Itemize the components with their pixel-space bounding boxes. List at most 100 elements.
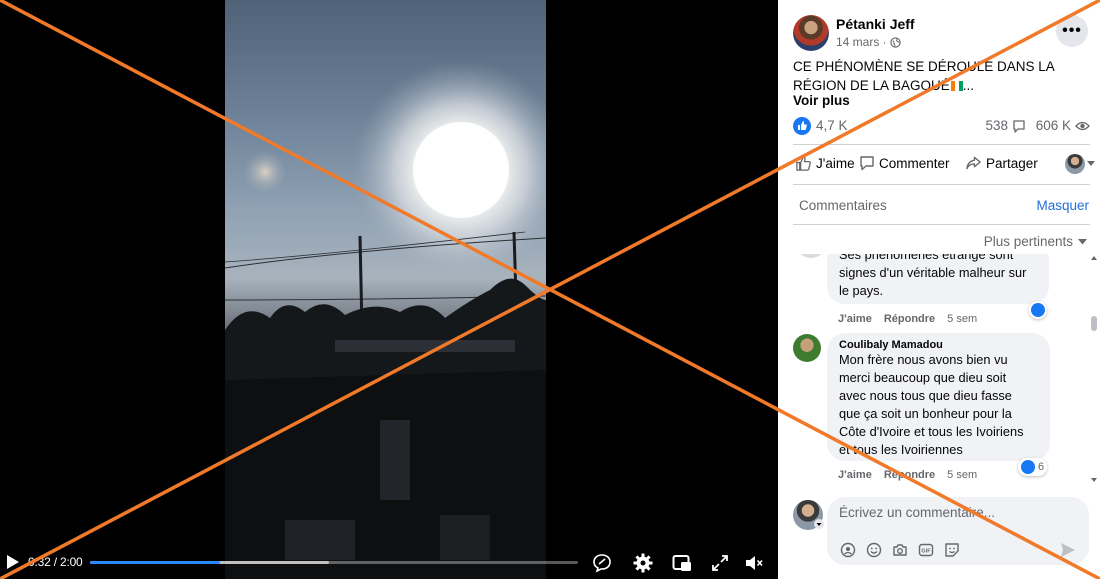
comment-count[interactable]: 538: [985, 118, 1026, 133]
reactions-summary: 4,7 K 538 606 K: [793, 116, 1090, 136]
share-icon: [966, 156, 981, 170]
composer-tools: GIF: [839, 541, 961, 559]
video-scene: [225, 60, 546, 579]
comment-reactions[interactable]: 6: [1018, 458, 1048, 476]
gif-icon[interactable]: GIF: [917, 541, 935, 559]
hide-comments-link[interactable]: Masquer: [1036, 198, 1089, 213]
emoji-icon[interactable]: [865, 541, 883, 559]
divider: [793, 224, 1090, 225]
comment-count-value: 538: [985, 118, 1008, 133]
video-player[interactable]: 0:32 / 2:00: [0, 0, 778, 579]
post-text: CE PHÉNOMÈNE SE DÉROULE DANS LA RÉGION D…: [793, 57, 1093, 95]
scrollbar-thumb[interactable]: [1091, 316, 1097, 331]
see-more-link[interactable]: Voir plus: [793, 93, 850, 108]
globe-icon: [890, 36, 901, 48]
settings-gear-icon[interactable]: [633, 553, 653, 573]
like-button[interactable]: J'aime: [795, 155, 855, 172]
like-count[interactable]: 4,7 K: [816, 118, 848, 133]
avatar-dropdown-icon[interactable]: [814, 519, 824, 529]
post-date: 14 mars ·: [836, 35, 901, 49]
comments-list[interactable]: Ses phénomènes étrange sont signes d'un …: [778, 254, 1100, 484]
comments-title: Commentaires: [799, 198, 887, 213]
captions-icon[interactable]: [592, 553, 612, 573]
comment-bubble: Coulibaly Mamadou Mon frère nous avons b…: [827, 333, 1050, 461]
comment-reply-link[interactable]: Répondre: [884, 313, 935, 325]
ivory-coast-flag-icon: [950, 81, 963, 91]
comment-time[interactable]: 5 sem: [947, 469, 977, 481]
like-reaction-icon: [1021, 460, 1035, 474]
send-icon[interactable]: [1059, 541, 1077, 559]
comment-time[interactable]: 5 sem: [947, 313, 977, 325]
share-button-label: Partager: [986, 155, 1038, 171]
time-separator: /: [50, 555, 60, 569]
post-text-body: CE PHÉNOMÈNE SE DÉROULE DANS LA RÉGION D…: [793, 59, 1055, 93]
comment-actions: J'aime Répondre 5 sem: [838, 313, 977, 325]
audience-selector[interactable]: [1065, 154, 1095, 174]
comment-line: le pays.: [839, 283, 884, 298]
like-reaction-icon: [1031, 303, 1045, 317]
post-date-text[interactable]: 14 mars ·: [836, 35, 887, 49]
avatar-sticker-icon[interactable]: [839, 541, 857, 559]
comment-line: signes d'un véritable malheur sur: [839, 265, 1027, 280]
comment-input[interactable]: [839, 505, 1069, 520]
comment-reactions[interactable]: [1029, 301, 1047, 319]
video-controls: 0:32 / 2:00: [0, 545, 778, 579]
commenter-name[interactable]: Coulibaly Mamadou: [839, 339, 1038, 351]
like-reaction-icon[interactable]: [793, 117, 811, 135]
comment-composer: GIF: [778, 492, 1100, 579]
chevron-down-icon: [1087, 161, 1095, 166]
comment-sort-dropdown[interactable]: Plus pertinents: [984, 234, 1087, 249]
share-button[interactable]: Partager: [965, 155, 1038, 171]
play-icon[interactable]: [6, 554, 20, 570]
eye-icon: [1075, 121, 1090, 130]
comment-line: Mon frère nous avons bien vu: [839, 352, 1008, 367]
commenter-avatar[interactable]: [795, 254, 827, 258]
author-name[interactable]: Pétanki Jeff: [836, 16, 915, 32]
fullscreen-icon[interactable]: [710, 553, 730, 573]
camera-icon[interactable]: [891, 541, 909, 559]
progress-played: [90, 561, 221, 564]
comments-scrollbar[interactable]: [1090, 256, 1098, 482]
comment-line: Côte d'Ivoire et tous les Ivoiriens: [839, 424, 1024, 439]
sticker-icon[interactable]: [943, 541, 961, 559]
comment-reaction-count: 6: [1038, 461, 1045, 473]
comment-line: et tous les Ivoiriennes: [839, 442, 963, 457]
picture-in-picture-icon[interactable]: [672, 553, 692, 573]
post-text-ellipsis: ...: [962, 78, 975, 93]
comment-box[interactable]: GIF: [827, 497, 1089, 565]
comments-header: Commentaires Masquer: [778, 186, 1100, 224]
volume-muted-icon[interactable]: [744, 553, 764, 573]
commenter-avatar[interactable]: [793, 334, 821, 362]
svg-text:GIF: GIF: [921, 549, 931, 555]
more-options-button[interactable]: •••: [1056, 15, 1088, 47]
comment-bubble-icon: [1013, 119, 1025, 133]
comment-like-link[interactable]: J'aime: [838, 469, 872, 481]
author-avatar[interactable]: [793, 15, 829, 51]
time-current: 0:32: [28, 555, 51, 569]
time-total: 2:00: [59, 555, 83, 569]
comment-line: merci beaucoup que dieu soit: [839, 370, 1007, 385]
comment-reply-link[interactable]: Répondre: [884, 469, 935, 481]
comment-sort-label: Plus pertinents: [983, 234, 1073, 249]
post-actions: J'aime Commenter Partager: [793, 150, 1100, 180]
view-count-value: 606 K: [1035, 118, 1071, 133]
divider: [793, 144, 1090, 145]
facebook-video-viewer: 0:32 / 2:00 Pétanki Jeff 14 mars · ••• C…: [0, 0, 1100, 579]
comment-bubble: Ses phénomènes étrange sont signes d'un …: [827, 254, 1049, 304]
thumbs-up-icon: [796, 156, 811, 171]
comment-line: Ses phénomènes étrange sont: [839, 254, 1014, 262]
comment-actions: J'aime Répondre 5 sem: [838, 469, 977, 481]
progress-bar[interactable]: [90, 561, 578, 564]
caret-down-icon: [1078, 238, 1087, 244]
comment-like-link[interactable]: J'aime: [838, 313, 872, 325]
comment-line: que ça soit un bonheur pour la: [839, 406, 1012, 421]
like-button-label: J'aime: [816, 156, 855, 171]
video-frame: [225, 0, 546, 579]
comment-button-label: Commenter: [879, 155, 950, 171]
comment-button[interactable]: Commenter: [859, 155, 950, 171]
divider: [793, 184, 1090, 185]
user-avatar: [1065, 154, 1085, 174]
comment-line: avec nous tous que dieu fasse: [839, 388, 1012, 403]
post-side-panel: Pétanki Jeff 14 mars · ••• CE PHÉNOMÈNE …: [778, 0, 1100, 579]
comment-icon: [860, 156, 874, 171]
